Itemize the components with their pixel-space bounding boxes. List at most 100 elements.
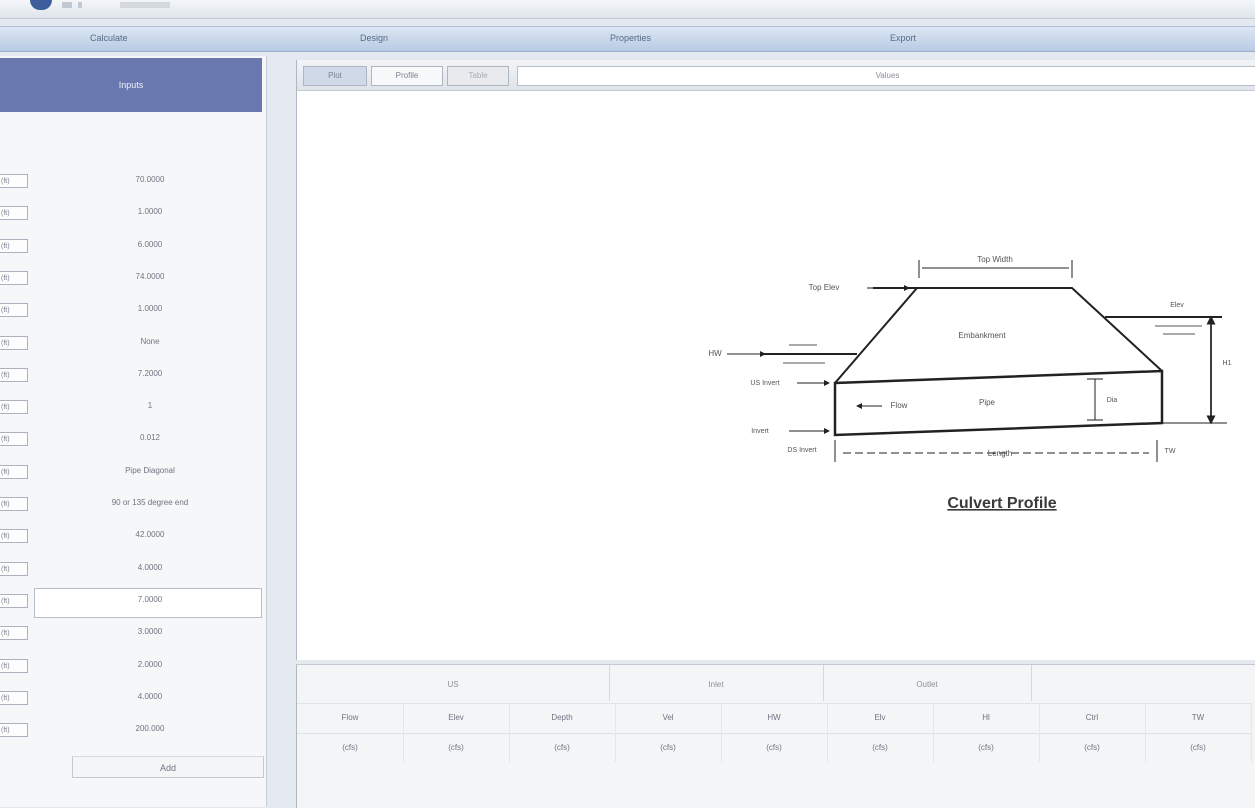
table-column-header[interactable]: Elev [403,703,510,732]
table-cell: (cfs) [827,733,934,762]
unit-dropdown[interactable]: (ft) [0,593,28,608]
menu-bar: Calculate Design Properties Export [0,26,1255,52]
unit-dropdown[interactable]: (ft) [0,270,28,285]
unit-dropdown[interactable]: (ft) [0,238,28,253]
unit-dropdown[interactable]: (ft) [0,432,28,447]
table-column-header[interactable]: HW [721,703,828,732]
input-value[interactable]: 7.0000 [40,595,260,604]
plot-workspace: Plot Profile Table Values Top Width Top … [296,60,1255,660]
input-row[interactable]: (ft) 7.2000 [0,360,262,390]
quick-access-save-icon[interactable] [62,2,72,8]
flow-label: Flow [891,401,908,410]
table-column-header[interactable]: Elv [827,703,934,732]
table-column-header[interactable]: Depth [509,703,616,732]
input-value[interactable]: None [40,337,260,346]
unit-dropdown[interactable]: (ft) [0,658,28,673]
table-column-header[interactable]: Ctrl [1039,703,1146,732]
table-cell: (cfs) [509,733,616,762]
input-row[interactable]: (ft) 74.0000 [0,263,262,293]
input-value[interactable]: 4.0000 [40,563,260,572]
unit-dropdown[interactable]: (ft) [0,335,28,350]
us-invert-label: US Invert [750,380,779,387]
table-cell: (cfs) [721,733,828,762]
input-row[interactable]: (ft) 4.0000 [0,683,262,713]
menu-properties[interactable]: Properties [610,33,651,43]
input-value[interactable]: 74.0000 [40,272,260,281]
input-row[interactable]: (ft) 1.0000 [0,295,262,325]
table-column-header[interactable]: Vel [615,703,722,732]
input-row[interactable]: (ft) 6.0000 [0,231,262,261]
embankment-label: Embankment [958,331,1006,340]
table-cell: (cfs) [615,733,722,762]
input-value[interactable]: 70.0000 [40,175,260,184]
table-column-header[interactable]: Hl [933,703,1040,732]
input-value[interactable]: 2.0000 [40,660,260,669]
input-row[interactable]: (ft) 90 or 135 degree end [0,489,262,519]
input-panel-header: Inputs [0,58,262,112]
unit-dropdown[interactable]: (ft) [0,690,28,705]
input-row[interactable]: (ft) 1 [0,392,262,422]
unit-dropdown[interactable]: (ft) [0,561,28,576]
unit-dropdown[interactable]: (ft) [0,464,28,479]
unit-dropdown[interactable]: (ft) [0,367,28,382]
input-value[interactable]: 4.0000 [40,692,260,701]
input-value[interactable]: 90 or 135 degree end [40,498,260,507]
input-value[interactable]: 0.012 [40,433,260,442]
profile-tab-button[interactable]: Profile [371,66,443,86]
input-row[interactable]: (ft) 200.000 [0,715,262,745]
unit-dropdown[interactable]: (ft) [0,626,28,641]
input-row[interactable]: (ft) 1.0000 [0,198,262,228]
table-cell: (cfs) [1145,733,1252,762]
input-value[interactable]: 1.0000 [40,304,260,313]
unit-dropdown[interactable]: (ft) [0,174,28,188]
input-value[interactable]: 1.0000 [40,207,260,216]
plot-tab-button[interactable]: Plot [303,66,367,86]
input-row[interactable]: (ft) None [0,328,262,358]
unit-dropdown[interactable]: (ft) [0,497,28,511]
table-group-outlet: Outlet [823,665,1032,701]
length-label: Length [988,449,1012,458]
table-tab-button[interactable]: Table [447,66,509,86]
dia-label: Dia [1107,397,1118,404]
unit-dropdown[interactable]: (ft) [0,529,28,544]
table-cell: (cfs) [297,733,404,762]
ds-invert-label: DS Invert [787,447,816,454]
invert-left-label: Invert [751,428,769,435]
table-group-us: US [297,665,610,701]
title-bar [0,0,1255,19]
menu-calculate[interactable]: Calculate [90,33,128,43]
input-row[interactable]: (ft) 42.0000 [0,521,262,551]
table-cell: (cfs) [933,733,1040,762]
input-row[interactable]: (ft) 0.012 [0,424,262,454]
input-row[interactable]: (ft) Pipe Diagonal [0,457,262,487]
input-value[interactable]: 6.0000 [40,240,260,249]
input-value[interactable]: 3.0000 [40,627,260,636]
input-row[interactable]: (ft) 70.0000 [0,166,262,196]
menu-export[interactable]: Export [890,33,916,43]
plot-toolbar: Plot Profile Table Values [297,60,1255,91]
table-column-header[interactable]: Flow [297,703,404,732]
unit-dropdown[interactable]: (ft) [0,723,28,738]
menu-design[interactable]: Design [360,33,388,43]
input-row[interactable]: (ft) 4.0000 [0,554,262,584]
input-row[interactable]: (ft) 7.0000 [0,586,262,618]
unit-dropdown[interactable]: (ft) [0,303,28,318]
values-field[interactable]: Values [517,66,1255,86]
input-value[interactable]: 7.2000 [40,369,260,378]
input-row[interactable]: (ft) 2.0000 [0,651,262,681]
input-value[interactable]: 42.0000 [40,530,260,539]
input-row[interactable]: (ft) 3.0000 [0,618,262,648]
app-icon[interactable] [30,0,52,10]
quick-access-undo-icon[interactable] [78,2,82,8]
input-value[interactable]: 200.000 [40,724,260,733]
add-button[interactable]: Add [72,756,264,778]
table-cell: (cfs) [403,733,510,762]
input-value[interactable]: Pipe Diagonal [40,466,260,475]
input-panel: Inputs (ft) 70.0000 (ft) 1.0000 (ft) 6.0000 (f… [0,56,267,807]
table-column-header[interactable]: TW [1145,703,1252,732]
input-value[interactable]: 1 [40,401,260,410]
tw-right-label: TW [1165,448,1176,455]
unit-dropdown[interactable]: (ft) [0,206,28,221]
unit-dropdown[interactable]: (ft) [0,400,28,415]
table-cell: (cfs) [1039,733,1146,762]
